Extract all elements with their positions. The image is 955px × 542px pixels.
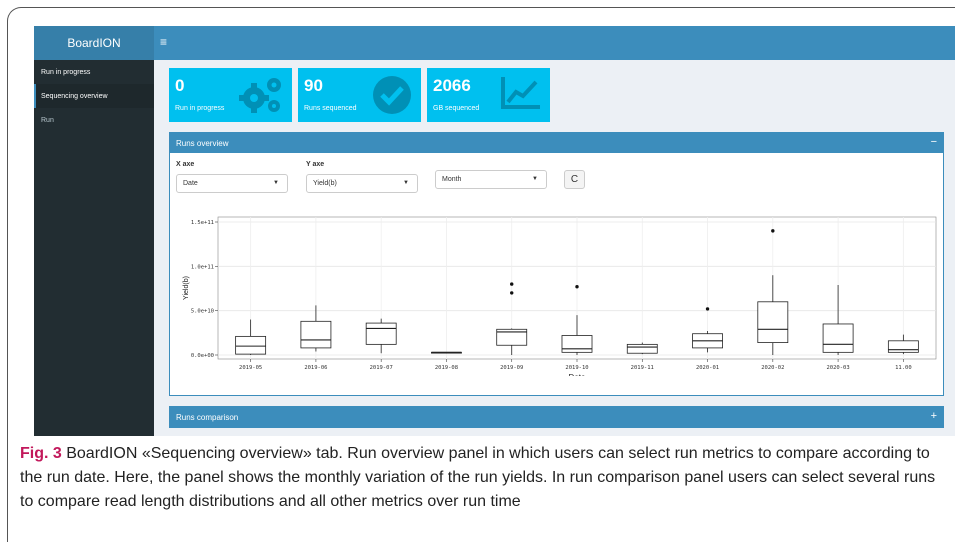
figure-caption: Fig. 3 BoardION «Sequencing overview» ta… (20, 442, 950, 514)
stat-run-in-progress: 0 Run in progress (169, 68, 292, 122)
runs-overview-panel: Runs overview − X axe Date ▼ Y axe Yield… (169, 132, 944, 396)
y-tick-label: 1.0e+11 (191, 264, 214, 270)
y-axis-title: Yield(b) (183, 276, 190, 300)
outlier-point (510, 291, 514, 295)
runs-comparison-header: Runs comparison + (170, 407, 943, 427)
x-tick-label: 2019-08 (435, 365, 458, 371)
stat-value: 0 (175, 76, 185, 95)
y-tick-label: 1.5e+11 (191, 220, 214, 226)
x-tick-label: 2019-05 (239, 365, 262, 371)
app-window: BoardION Run in progress Sequencing over… (34, 26, 955, 436)
x-tick-label: 2020-03 (826, 365, 849, 371)
outlier-point (771, 229, 775, 233)
box (561, 335, 593, 353)
box (626, 343, 658, 354)
check-circle-icon (373, 76, 411, 114)
x-tick-label: 2019-10 (565, 365, 588, 371)
x-axis-title: Date (569, 373, 586, 376)
sidebar: BoardION Run in progress Sequencing over… (34, 26, 154, 436)
stat-label: Runs sequenced (304, 105, 357, 112)
brand-logo[interactable]: BoardION (34, 26, 154, 60)
outlier-point (575, 285, 579, 289)
caption-text: BoardION «Sequencing overview» tab. Run … (20, 445, 936, 510)
box (887, 340, 919, 353)
stat-runs-sequenced: 90 Runs sequenced (298, 68, 421, 122)
gears-icon (239, 78, 281, 113)
menu-toggle-icon[interactable]: ≡ (160, 35, 167, 49)
panel-title: Runs comparison (176, 412, 239, 422)
y-tick-label: 5.0e+10 (191, 309, 214, 315)
box (757, 301, 789, 343)
y-tick-label: 0.0e+00 (191, 353, 214, 359)
expand-button[interactable]: + (931, 410, 937, 422)
runs-comparison-panel: Runs comparison + (169, 406, 944, 428)
x-tick-label: 2019-09 (500, 365, 523, 371)
box (365, 322, 397, 345)
top-navbar: ≡ (154, 26, 955, 60)
sidebar-item-run[interactable]: Run (34, 108, 154, 132)
yield-boxplot-chart: 0.0e+00 5.0e+10 1.0e+11 1.5e+11 2019-05 2019-… (183, 216, 937, 376)
stat-gb-sequenced: 2066 GB sequenced (427, 68, 550, 122)
box (822, 323, 854, 353)
x-tick-label: 2019-06 (304, 365, 327, 371)
box (300, 320, 332, 349)
sidebar-item-sequencing-overview[interactable]: Sequencing overview (34, 84, 154, 108)
x-tick-label: 2019-11 (631, 365, 654, 371)
x-tick-label: 2019-07 (370, 365, 393, 371)
stat-value: 90 (304, 76, 323, 95)
x-tick-label: 2020-01 (696, 365, 719, 371)
x-tick-label: 2020-02 (761, 365, 784, 371)
area-chart-icon (501, 77, 540, 109)
stat-value: 2066 (433, 76, 471, 95)
stat-label: Run in progress (175, 105, 225, 112)
outlier-point (705, 307, 710, 311)
outlier-point (510, 282, 514, 286)
x-tick-label: 11.00 (895, 365, 912, 371)
sidebar-item-run-in-progress[interactable]: Run in progress (34, 60, 154, 84)
box (235, 335, 267, 355)
figure-frame: BoardION Run in progress Sequencing over… (7, 7, 955, 542)
caption-label: Fig. 3 (20, 445, 62, 462)
stat-label: GB sequenced (433, 105, 480, 112)
